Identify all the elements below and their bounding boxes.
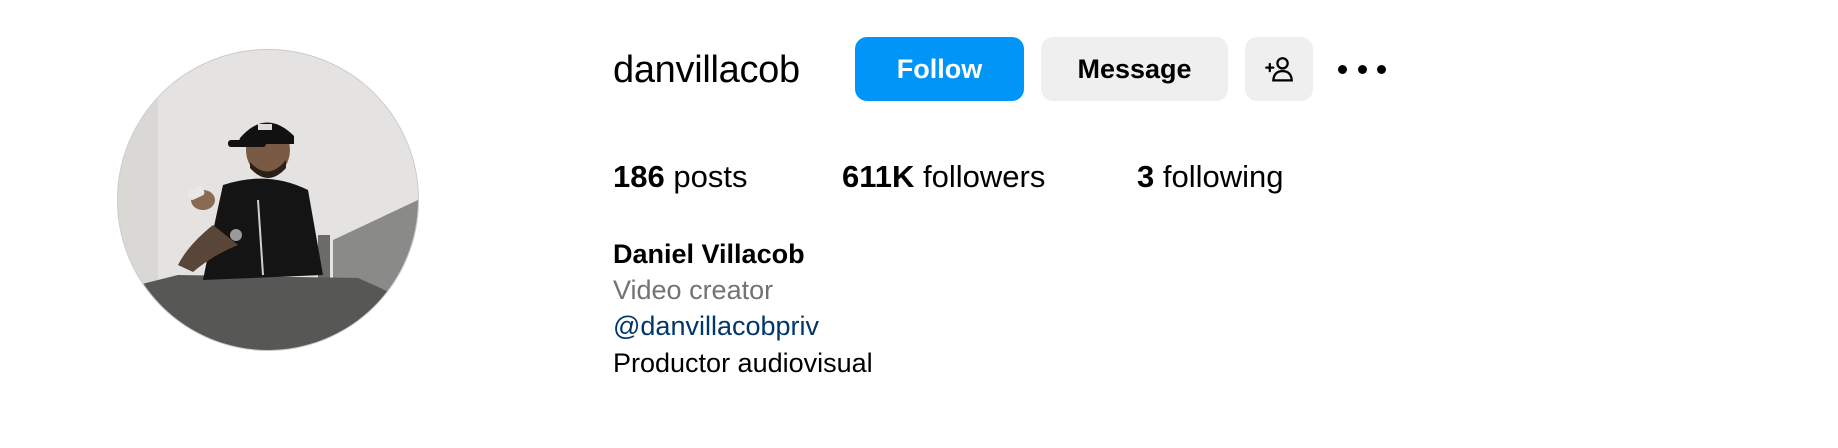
profile-bio: Productor audiovisual: [613, 348, 873, 378]
profile-username: danvillacob: [613, 49, 800, 91]
more-options-button[interactable]: [1338, 50, 1386, 88]
linked-account-link[interactable]: @danvillacobpriv: [613, 308, 819, 344]
person-add-icon: [1265, 57, 1293, 82]
profile-avatar[interactable]: [117, 49, 419, 351]
following-link[interactable]: 3 following: [1137, 156, 1284, 198]
followers-count-value: 611K: [842, 159, 915, 194]
posts-count-value: 186: [613, 159, 665, 194]
profile-full-name: Daniel Villacob: [613, 239, 805, 269]
posts-count-label: posts: [673, 159, 748, 194]
avatar-photo: [118, 50, 418, 350]
posts-count: 186 posts: [613, 156, 747, 198]
profile-header: danvillacob Follow Message 186 posts 611…: [0, 0, 1838, 448]
followers-link[interactable]: 611K followers: [842, 156, 1045, 198]
profile-category: Video creator: [613, 275, 774, 305]
more-horizontal-icon: [1338, 64, 1347, 74]
followers-count-label: followers: [923, 159, 1046, 194]
following-count-value: 3: [1137, 159, 1155, 194]
suggest-similar-button[interactable]: [1245, 37, 1313, 101]
following-count-label: following: [1162, 159, 1284, 194]
follow-button[interactable]: Follow: [855, 37, 1024, 101]
message-button[interactable]: Message: [1041, 37, 1228, 101]
